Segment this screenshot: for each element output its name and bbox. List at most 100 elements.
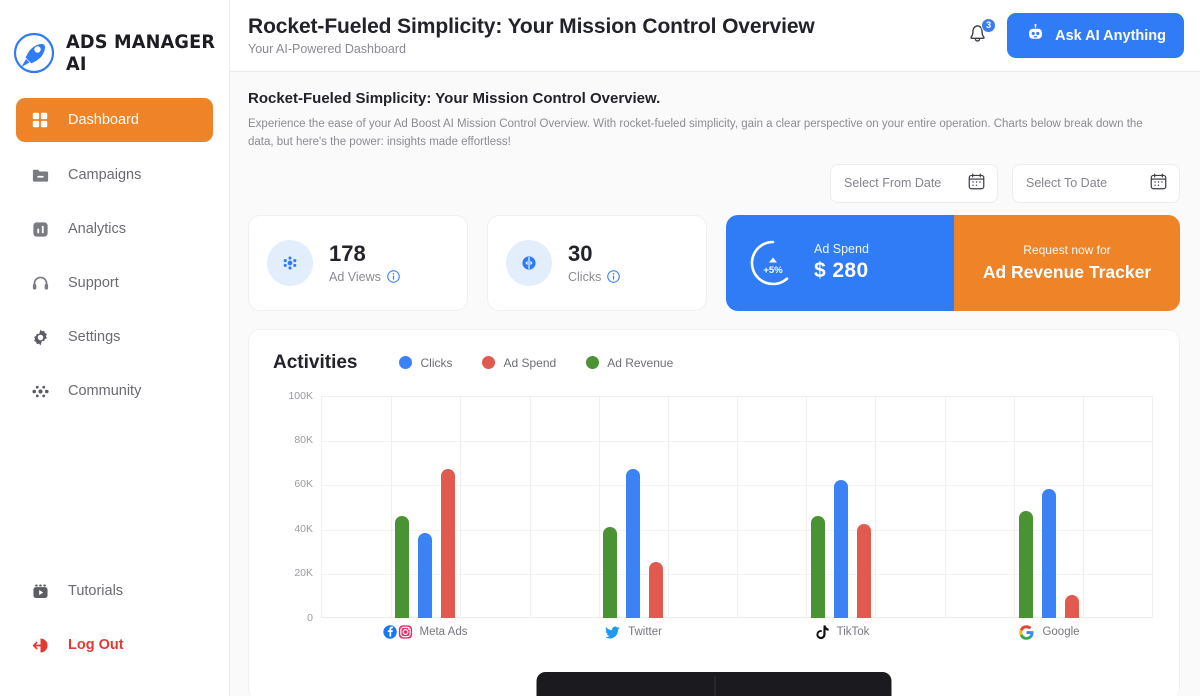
bar[interactable] <box>834 480 848 618</box>
bar[interactable] <box>811 515 825 618</box>
sidebar-item-label: Analytics <box>68 221 127 237</box>
bar[interactable] <box>441 468 455 618</box>
bar[interactable] <box>395 515 409 618</box>
x-axis-label: Twitter <box>529 624 737 641</box>
x-axis-label: Google <box>945 624 1153 641</box>
stat-card-ad-views: 178 Ad Views <box>248 214 468 311</box>
sidebar-item-label: Log Out <box>68 637 124 653</box>
y-axis-tick: 20K <box>294 567 313 580</box>
ask-ai-label: Ask AI Anything <box>1055 27 1166 44</box>
chart-plot: 100K 80K 60K 40K 20K 0 Meta Ads Twitter TikTok G… <box>273 390 1155 654</box>
bar[interactable] <box>857 524 871 618</box>
legend-label: Clicks <box>420 355 453 370</box>
y-axis-tick: 80K <box>294 434 313 447</box>
sidebar-item-label: Dashboard <box>68 112 139 128</box>
bar-group <box>529 396 737 618</box>
ad-spend-card: +5% Ad Spend $ 280 Request now for Ad Re… <box>726 214 1180 311</box>
sidebar: ADS MANAGER AI Dashboard Campaigns Analy <box>0 0 230 696</box>
sidebar-item-campaigns[interactable]: Campaigns <box>16 154 213 196</box>
x-axis-label-text: Google <box>1042 626 1080 639</box>
cta-big-label: Ad Revenue Tracker <box>982 261 1152 282</box>
grid-icon <box>30 110 50 130</box>
sidebar-item-label: Tutorials <box>68 583 124 599</box>
legend-item-ad-revenue[interactable]: Ad Revenue <box>586 356 673 370</box>
info-icon[interactable] <box>607 270 621 283</box>
bar[interactable] <box>603 526 617 618</box>
ad-spend-value: $ 280 <box>814 259 869 283</box>
brand: ADS MANAGER AI <box>0 0 229 84</box>
bar[interactable] <box>1019 511 1033 618</box>
to-date-placeholder: Select To Date <box>1026 176 1108 191</box>
rocket-logo-icon <box>12 31 56 75</box>
legend-label: Ad Spend <box>503 355 557 370</box>
video-player-icon <box>30 581 50 601</box>
clicks-icon <box>506 239 552 286</box>
calendar-icon[interactable] <box>967 172 986 194</box>
topbar: Rocket-Fueled Simplicity: Your Mission C… <box>230 0 1200 72</box>
ad-revenue-tracker-cta[interactable]: Request now for Ad Revenue Tracker <box>954 214 1180 311</box>
page-subtitle: Your AI-Powered Dashboard <box>248 42 406 57</box>
legend-item-ad-spend[interactable]: Ad Spend <box>482 356 556 370</box>
bar-chart-icon <box>30 219 50 239</box>
sidebar-bottom: Tutorials Log Out <box>0 570 229 696</box>
date-filters: Select From Date Select To Date <box>248 163 1180 203</box>
sidebar-item-settings[interactable]: Settings <box>16 316 213 358</box>
notification-badge: 3 <box>981 17 997 33</box>
x-axis-label-text: Meta Ads <box>419 626 468 639</box>
from-date-input[interactable]: Select From Date <box>830 163 998 203</box>
cta-small-label: Request now for <box>1023 242 1111 257</box>
bar[interactable] <box>626 468 640 618</box>
stat-cards: 178 Ad Views 30 Clicks +5% Ad Spend $ 28… <box>248 214 1180 311</box>
stat-value: 178 <box>329 240 366 266</box>
bar[interactable] <box>418 533 432 618</box>
activities-chart-card: Activities Clicks Ad Spend Ad Revenue 10… <box>248 328 1180 696</box>
bottom-toolbar[interactable] <box>536 671 892 696</box>
bar[interactable] <box>1065 595 1079 618</box>
x-axis-label-text: Twitter <box>628 626 662 639</box>
ad-spend-panel: +5% Ad Spend $ 280 <box>726 214 954 311</box>
to-date-input[interactable]: Select To Date <box>1012 163 1180 203</box>
ask-ai-anything-button[interactable]: Ask AI Anything <box>1007 13 1184 58</box>
progress-ring-icon: +5% <box>748 238 798 288</box>
x-axis-label-text: TikTok <box>836 626 870 639</box>
chart-legend: Clicks Ad Spend Ad Revenue <box>399 356 673 370</box>
stat-label-row: Clicks <box>568 270 621 284</box>
sidebar-item-logout[interactable]: Log Out <box>16 624 213 666</box>
topbar-titles: Rocket-Fueled Simplicity: Your Mission C… <box>248 15 947 57</box>
chart-bars <box>321 396 1153 618</box>
bar[interactable] <box>649 562 663 618</box>
sidebar-item-dashboard[interactable]: Dashboard <box>16 98 213 142</box>
sidebar-item-analytics[interactable]: Analytics <box>16 208 213 250</box>
stat-card-clicks: 30 Clicks <box>487 214 707 311</box>
google-icon <box>1018 624 1035 641</box>
sidebar-item-support[interactable]: Support <box>16 262 213 304</box>
ad-views-icon <box>267 239 313 286</box>
bar-group <box>945 396 1153 618</box>
ad-spend-text: Ad Spend $ 280 <box>814 242 869 283</box>
people-network-icon <box>30 381 50 401</box>
page-title: Rocket-Fueled Simplicity: Your Mission C… <box>248 14 815 38</box>
info-icon[interactable] <box>387 270 400 283</box>
legend-swatch <box>399 356 413 370</box>
stat-label: Ad Views <box>329 269 381 284</box>
legend-label: Ad Revenue <box>607 355 674 370</box>
notifications-button[interactable]: 3 <box>957 16 997 56</box>
brand-name: ADS MANAGER AI <box>66 31 216 75</box>
calendar-icon[interactable] <box>1149 172 1168 194</box>
stat-label-row: Ad Views <box>329 270 400 284</box>
sidebar-item-community[interactable]: Community <box>16 370 213 412</box>
tiktok-icon <box>813 624 830 641</box>
ad-spend-label: Ad Spend <box>814 242 869 257</box>
y-axis-tick: 0 <box>307 611 313 624</box>
legend-swatch <box>482 356 496 370</box>
from-date-placeholder: Select From Date <box>844 176 942 191</box>
legend-swatch <box>586 356 600 370</box>
bar[interactable] <box>1042 488 1056 618</box>
y-axis-tick: 100K <box>288 389 313 402</box>
bar-group <box>321 396 529 618</box>
sidebar-item-tutorials[interactable]: Tutorials <box>16 570 213 612</box>
legend-item-clicks[interactable]: Clicks <box>399 356 452 370</box>
stat-text: 30 Clicks <box>568 241 621 284</box>
sidebar-flex-gap <box>0 424 229 570</box>
content: Rocket-Fueled Simplicity: Your Mission C… <box>230 72 1200 696</box>
